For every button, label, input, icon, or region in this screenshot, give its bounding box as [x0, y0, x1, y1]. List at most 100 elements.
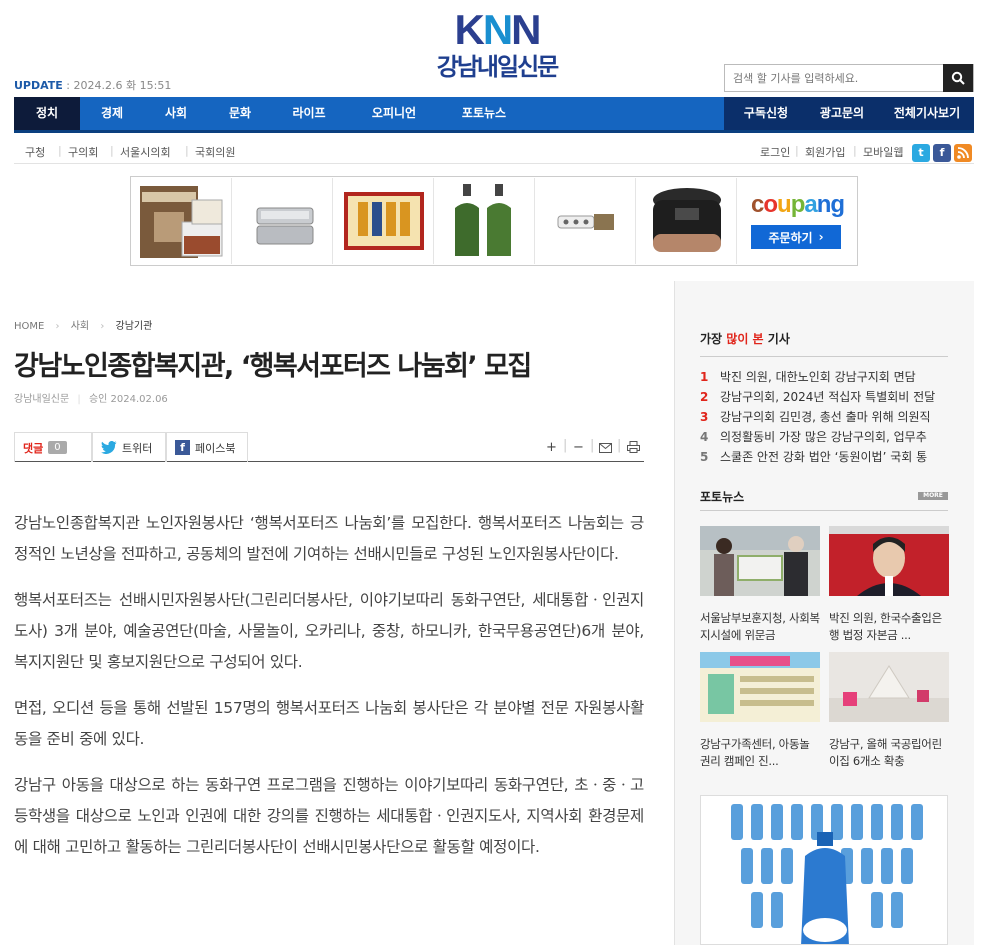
popular-item[interactable]: 5 스쿨존 안전 강화 법안 ‘동원이법’ 국회 통 — [700, 448, 948, 468]
main-nav: 정치 경제 사회 문화 라이프 오피니언 포토뉴스 구독신청 광고문의 전체기사… — [14, 97, 974, 133]
photo-thumb[interactable] — [829, 526, 949, 596]
subnav-item-district-council[interactable]: 구의회 — [68, 144, 98, 160]
popular-rank: 3 — [700, 410, 709, 424]
popular-rank: 1 — [700, 370, 709, 384]
nav-item-photonews[interactable]: 포토뉴스 — [444, 97, 524, 130]
popular-headline: 의정활동비 가장 많은 강남구의회, 업무추 — [720, 430, 927, 444]
share-bar: 댓글 0 트위터 f 페이스북 + | − | | — [14, 432, 644, 462]
facebook-share-button[interactable]: f 페이스북 — [166, 432, 248, 462]
breadcrumb-home[interactable]: HOME — [14, 321, 44, 332]
breadcrumb: HOME › 사회 › 강남기관 — [14, 317, 152, 332]
tool-divider: | — [590, 438, 595, 453]
login-link[interactable]: 로그인 — [760, 144, 790, 160]
divider — [700, 510, 948, 511]
order-button[interactable]: 주문하기 › — [751, 225, 841, 249]
byline-divider: | — [77, 394, 81, 405]
comment-count: 0 — [48, 441, 67, 454]
search-button[interactable] — [943, 64, 973, 92]
nav-ad-inquiry[interactable]: 광고문의 — [806, 97, 878, 130]
chevron-right-icon: › — [818, 230, 824, 244]
coupang-logo[interactable]: coupang 주문하기 › — [751, 191, 845, 249]
nav-item-politics[interactable]: 정치 — [14, 97, 80, 130]
sidebar-ad-sparkling-water[interactable] — [700, 795, 948, 945]
subnav-divider: | — [795, 144, 799, 157]
breadcrumb-current[interactable]: 강남기관 — [116, 321, 153, 332]
nav-item-culture[interactable]: 문화 — [210, 97, 270, 130]
ad-product-gift-set[interactable] — [334, 178, 434, 264]
comment-button[interactable]: 댓글 0 — [14, 432, 92, 462]
subnav-divider: | — [185, 144, 189, 157]
popular-title-highlight: 많이 본 — [726, 332, 764, 346]
update-time: 2024.2.6 화 15:51 — [73, 79, 172, 92]
ad-product-soap-bottles[interactable] — [435, 178, 535, 264]
article-source: 강남내일신문 — [14, 394, 70, 405]
photo-caption[interactable]: 서울남부보훈지청, 사회복지시설에 위문금 — [700, 610, 820, 644]
article-body: 강남노인종합복지관 노인자원봉사단 ‘행복서포터즈 나눔회’를 모집한다. 행복… — [14, 508, 644, 878]
mobile-web-link[interactable]: 모바일웹 — [863, 144, 903, 160]
signup-link[interactable]: 회원가입 — [805, 144, 845, 160]
popular-headline: 박진 의원, 대한노인회 강남구지회 면담 — [720, 370, 916, 384]
photo-caption[interactable]: 강남구가족센터, 아동놀 권리 캠페인 진... — [700, 736, 820, 770]
nav-item-economy[interactable]: 경제 — [82, 97, 142, 130]
search-box — [724, 64, 974, 92]
popular-title-suffix: 기사 — [767, 332, 790, 346]
nav-subscribe[interactable]: 구독신청 — [728, 97, 804, 130]
twitter-share-button[interactable]: 트위터 — [92, 432, 166, 462]
font-increase-icon[interactable]: + — [546, 440, 557, 455]
article-byline: 강남내일신문 | 승인 2024.02.06 — [14, 390, 168, 405]
subnav-divider: | — [58, 144, 62, 157]
ad-product-rice-box[interactable] — [132, 178, 232, 264]
logo-mark: KNN — [454, 6, 541, 53]
nav-all-articles[interactable]: 전체기사보기 — [880, 97, 974, 130]
twitter-label: 트위터 — [122, 441, 153, 455]
facebook-label: 페이스북 — [195, 441, 236, 455]
photo-caption[interactable]: 강남구, 올해 국공립어린이집 6개소 확충 — [829, 736, 949, 770]
article-paragraph: 면접, 오디션 등을 통해 선발된 157명의 행복서포터즈 나눔회 봉사단은 … — [14, 699, 644, 748]
facebook-icon[interactable]: f — [933, 144, 951, 162]
photo-thumb[interactable] — [829, 652, 949, 722]
ad-product-steel-tray[interactable] — [233, 178, 333, 264]
divider — [700, 356, 948, 357]
chevron-right-icon: › — [55, 321, 60, 332]
site-logo[interactable]: KNN 강남내일신문 — [427, 8, 567, 90]
popular-item[interactable]: 1 박진 의원, 대한노인회 강남구지회 면담 — [700, 368, 948, 388]
email-icon[interactable] — [599, 442, 612, 457]
photo-news-title: 포토뉴스 — [700, 490, 745, 504]
nav-item-society[interactable]: 사회 — [146, 97, 206, 130]
nav-right-group: 구독신청 광고문의 전체기사보기 — [724, 97, 974, 130]
search-icon — [951, 71, 965, 85]
comment-label: 댓글 — [23, 441, 44, 455]
ad-banner[interactable]: coupang 주문하기 › — [130, 176, 858, 266]
popular-item[interactable]: 3 강남구의회 김민경, 총선 출마 위해 의원직 — [700, 408, 948, 428]
subnav-divider: | — [110, 144, 114, 157]
twitter-icon — [101, 441, 117, 454]
search-input[interactable] — [725, 65, 943, 91]
coupang-wordmark: coupang — [751, 191, 845, 218]
breadcrumb-section[interactable]: 사회 — [71, 321, 89, 332]
print-icon[interactable] — [627, 441, 640, 457]
subnav-item-national-assembly[interactable]: 국회의원 — [195, 144, 235, 160]
font-decrease-icon[interactable]: − — [573, 440, 584, 455]
article-approved-date: 승인 2024.02.06 — [88, 394, 168, 405]
more-button[interactable]: MORE — [918, 492, 948, 500]
update-info: UPDATE : 2024.2.6 화 15:51 — [14, 79, 172, 92]
rss-icon[interactable] — [954, 144, 972, 162]
tool-divider: | — [563, 438, 568, 453]
photo-thumb[interactable] — [700, 526, 820, 596]
photo-caption[interactable]: 박진 의원, 한국수출입은행 법정 자본금 ... — [829, 610, 949, 644]
twitter-icon[interactable]: t — [912, 144, 930, 162]
subnav-item-district-office[interactable]: 구청 — [25, 144, 45, 160]
nav-item-life[interactable]: 라이프 — [276, 97, 342, 130]
popular-item[interactable]: 4 의정활동비 가장 많은 강남구의회, 업무추 — [700, 428, 948, 448]
ad-product-rice-cooker[interactable] — [637, 178, 737, 264]
popular-headline: 강남구의회 김민경, 총선 출마 위해 의원직 — [720, 410, 931, 424]
ad-product-power-strip[interactable] — [536, 178, 636, 264]
article-title: 강남노인종합복지관, ‘행복서포터즈 나눔회’ 모집 — [14, 351, 532, 382]
popular-rank: 4 — [700, 430, 709, 444]
popular-rank: 2 — [700, 390, 709, 404]
popular-item[interactable]: 2 강남구의회, 2024년 적십자 특별회비 전달 — [700, 388, 948, 408]
subnav-item-city-council[interactable]: 서울시의회 — [120, 144, 171, 160]
nav-item-opinion[interactable]: 오피니언 — [354, 97, 434, 130]
photo-thumb[interactable] — [700, 652, 820, 722]
popular-headline: 스쿨존 안전 강화 법안 ‘동원이법’ 국회 통 — [720, 450, 928, 464]
